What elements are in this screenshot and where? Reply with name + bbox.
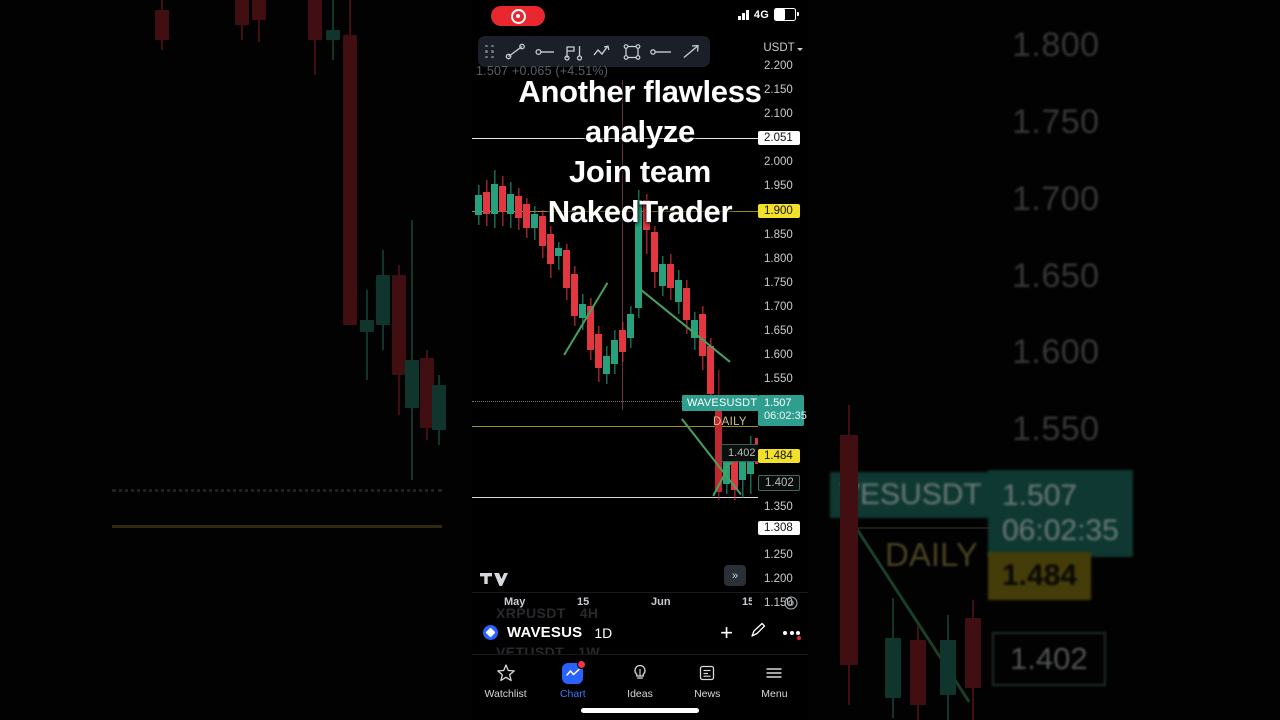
home-indicator [581,708,699,713]
price-tick: 1.600 [764,349,793,361]
watchlist-symbol: XRPUSDT [496,605,566,621]
price-tick-boxed: 1.402 [758,475,800,491]
document-icon [697,662,717,684]
screenshot-stage: 1.800 1.750 1.700 1.650 1.600 1.550 VESU… [0,0,1280,720]
watchlist-timeframe: 4H [579,605,599,621]
nav-label: News [694,688,721,700]
price-tick-last-price: 1.507 06:02:35 [758,395,807,426]
watchlist-actions: + [720,621,801,644]
screen-record-indicator [491,6,545,26]
nav-label: Ideas [627,688,653,700]
lightbulb-icon [630,662,650,684]
price-tick: 2.100 [764,108,793,120]
level-line-2051 [472,138,758,140]
watchlist-row-current[interactable]: WAVESUS 1D + [472,621,808,644]
phone-screen: 4G 1.507 +0.065 (+4.51%) WAVESUSDT DAILY… [472,0,808,720]
price-tick: 2.150 [764,84,793,96]
price-tick: 2.000 [764,156,793,168]
three-dots-icon[interactable] [783,630,801,640]
nav-label: Watchlist [484,688,527,700]
countdown-value: 06:02:35 [764,409,807,422]
tradingview-logo [480,570,508,592]
nav-label: Chart [559,688,586,700]
nav-item-menu[interactable]: Menu [741,662,808,700]
watchlist-strip[interactable]: XRPUSDT 4H WAVESUS 1D + VETUSDT 1W [472,605,808,660]
currency-label: USDT [763,42,795,54]
price-tick: 1.750 [764,277,793,289]
nav-item-news[interactable]: News [674,662,741,700]
price-tick-highlight-white: 2.051 [758,131,800,145]
price-tick: 1.800 [764,253,793,265]
price-tick: 1.550 [764,373,793,385]
price-tick: 1.950 [764,180,793,192]
price-tick-highlight-yellow: 1.484 [758,449,800,463]
nav-item-ideas[interactable]: Ideas [606,662,673,700]
notification-badge [577,660,587,669]
bottom-navigation: Watchlist Chart Ideas News Menu [472,654,808,720]
price-tick: 1.650 [764,325,793,337]
star-icon [496,662,516,684]
chevron-down-icon [796,47,803,51]
plus-icon[interactable]: + [720,621,733,644]
pencil-icon[interactable] [749,621,767,644]
status-bar-right: 4G [738,8,799,21]
boxed-price-label: 1.402 [721,444,758,462]
watchlist-timeframe: 1D [594,624,613,641]
signal-strength-icon [738,9,749,20]
currency-selector[interactable]: USDT [758,42,808,54]
symbol-marker-icon [483,625,498,640]
watchlist-row-above[interactable]: XRPUSDT 4H [472,605,808,621]
nav-item-watchlist[interactable]: Watchlist [472,662,539,700]
symbol-badge: WAVESUSDT [682,395,758,411]
price-tick: 1.250 [764,549,793,561]
status-bar: 4G [472,0,808,30]
price-tick-highlight-yellow: 1.900 [758,204,800,218]
network-type-label: 4G [753,8,769,21]
watchlist-symbol: WAVESUS [507,624,583,641]
price-tick: 1.200 [764,573,793,585]
hamburger-icon [764,662,784,684]
price-tick: 1.700 [764,301,793,313]
expand-chart-button[interactable]: » [724,565,746,586]
level-line-1308 [472,497,758,499]
price-tick-highlight-white: 1.308 [758,521,800,535]
price-axis[interactable]: USDT 2.200 2.150 2.100 2.051 2.000 1.950… [758,30,808,609]
last-price-value: 1.507 [764,397,792,409]
battery-icon [774,8,799,21]
nav-label: Menu [761,688,788,700]
quote-line: 1.507 +0.065 (+4.51%) [476,64,609,78]
price-tick: 2.200 [764,60,793,72]
price-tick: 1.350 [764,501,793,513]
nav-item-chart[interactable]: Chart [539,660,606,700]
price-tick: 1.850 [764,229,793,241]
timeframe-badge: DAILY [713,416,747,428]
chart-canvas[interactable]: 1.507 +0.065 (+4.51%) WAVESUSDT DAILY 1.… [472,30,758,592]
chart-wave-icon [562,660,587,684]
